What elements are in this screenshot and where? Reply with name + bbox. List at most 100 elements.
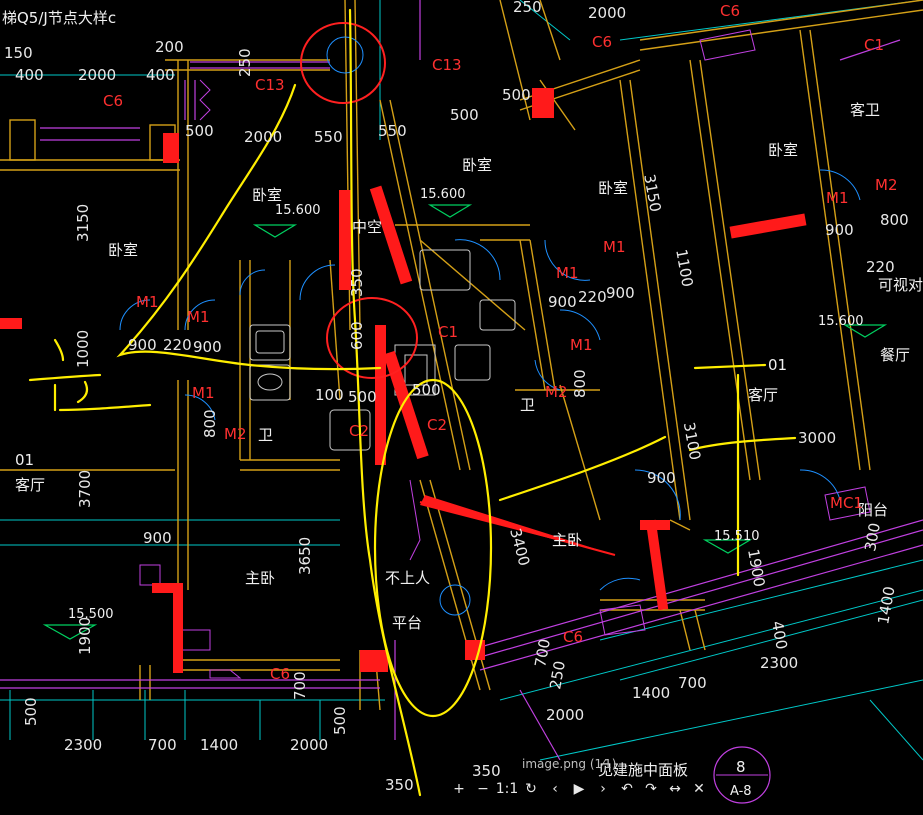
dim-500-g: 500 (331, 706, 349, 735)
tag-c13-right: C13 (432, 56, 462, 74)
tag-m1-b: M1 (187, 308, 210, 326)
room-label-bedroom-right: 卧室 (598, 179, 628, 197)
dim-3150-left: 3150 (74, 204, 92, 242)
tag-c2-left: C2 (349, 422, 369, 440)
dim-500-d: 500 (348, 388, 377, 406)
refresh-button[interactable]: ↻ (519, 778, 543, 800)
tag-c6-top: C6 (592, 33, 612, 51)
actual-size-button[interactable]: 1:1 (495, 778, 519, 800)
dim-220-b: 220 (578, 288, 607, 306)
dim-800-c: 800 (571, 369, 589, 398)
tag-m1-a: M1 (136, 293, 159, 311)
dim-900-g: 900 (647, 469, 676, 487)
dim-900-e: 900 (193, 338, 222, 356)
image-viewer-toolbar: + −1:1 ↻ ‹ ▶ › ↶ ↷ ↔ ✕ (447, 778, 711, 800)
play-button[interactable]: ▶ (567, 778, 591, 800)
elevation-label-c: 15.600 (818, 314, 864, 329)
dim-500-f: 500 (22, 697, 40, 726)
dim-500-e: 500 (412, 381, 441, 399)
dim-900-c: 900 (606, 284, 635, 302)
dim-2300-right: 2300 (760, 654, 798, 672)
unit-number-left: 01 (15, 451, 34, 469)
dim-500-b: 500 (450, 106, 479, 124)
rotate-left-button[interactable]: ↶ (615, 778, 639, 800)
dim-700-a: 700 (678, 674, 707, 692)
zoom-out-button[interactable]: − (471, 778, 495, 800)
dim-900-f: 900 (143, 529, 172, 547)
tag-c6-bottom-right: C6 (563, 628, 583, 646)
zoom-in-button[interactable]: + (447, 778, 471, 800)
dim-600: 600 (348, 321, 366, 350)
unit-number-right: 01 (768, 356, 787, 374)
room-label-master-bedroom-right: 主卧 (552, 531, 582, 549)
dim-400-a: 400 (15, 66, 44, 84)
tag-m1-c: M1 (192, 384, 215, 402)
dim-500-a: 500 (185, 122, 214, 140)
dim-2000-a: 2000 (78, 66, 116, 84)
room-label-bedroom-center: 卧室 (252, 186, 282, 204)
tag-m2-c: M2 (875, 176, 898, 194)
dim-100: 100 (315, 386, 344, 404)
dim-220-a: 220 (866, 258, 895, 276)
dim-350-c: 350 (385, 776, 414, 794)
close-button[interactable]: ✕ (687, 778, 711, 800)
tag-c1-top: C1 (864, 36, 884, 54)
room-label-bath-left: 卫 (258, 426, 273, 444)
dim-1400-a: 1400 (200, 736, 238, 754)
dim-900-d: 900 (128, 336, 157, 354)
room-label-living-right: 客厅 (748, 386, 778, 404)
tag-m1-g: M1 (826, 189, 849, 207)
dim-250-a: 250 (513, 0, 542, 16)
previous-button[interactable]: ‹ (543, 778, 567, 800)
dim-2000-c: 2000 (588, 4, 626, 22)
tag-m2-a: M2 (224, 425, 247, 443)
tag-c6-top-right: C6 (720, 2, 740, 20)
section-mark-sheet: A-8 (730, 784, 752, 799)
header-note: 梯Q5/J节点大样c (2, 9, 116, 27)
room-label-bedroom-mid: 卧室 (462, 156, 492, 174)
room-label-guest-bath: 客卫 (850, 101, 880, 119)
dim-3700: 3700 (76, 470, 94, 508)
tag-c6-left: C6 (103, 92, 123, 110)
dim-2000-b: 2000 (244, 128, 282, 146)
tag-m2-b: M2 (545, 383, 568, 401)
section-mark-number: 8 (736, 758, 746, 776)
room-label-master-bedroom-left: 主卧 (245, 569, 275, 587)
dim-900-b: 900 (548, 293, 577, 311)
tag-m1-e: M1 (556, 264, 579, 282)
fit-button[interactable]: ↔ (663, 778, 687, 800)
dim-500-c: 500 (502, 86, 531, 104)
next-button[interactable]: › (591, 778, 615, 800)
dim-200: 200 (155, 38, 184, 56)
cad-drawing-canvas[interactable]: 梯Q5/J节点大样c 卧室 卧室 卧室 卧室 卧室 客卫 中空 卫 卫 主卧 主… (0, 0, 923, 815)
intercom-note: 可视对讲 (878, 276, 923, 294)
dim-550-b: 550 (378, 122, 407, 140)
elevation-label-e: 15.510 (714, 529, 760, 544)
dim-800-a: 800 (880, 211, 909, 229)
tag-m1-d: M1 (603, 238, 626, 256)
tag-mc1: MC1 (830, 494, 863, 512)
tag-c2-right: C2 (427, 416, 447, 434)
room-label-no-access: 不上人 (385, 569, 430, 587)
room-label-dining: 餐厅 (880, 346, 910, 364)
dim-2000-e: 2000 (290, 736, 328, 754)
dim-900-a: 900 (825, 221, 854, 239)
dim-1000: 1000 (74, 330, 92, 368)
dim-3000: 3000 (798, 429, 836, 447)
dim-220-c: 220 (163, 336, 192, 354)
room-label-bath-right: 卫 (520, 396, 535, 414)
dim-350-a: 350 (348, 268, 366, 297)
dim-1900-left: 1900 (76, 617, 94, 655)
rotate-right-button[interactable]: ↷ (639, 778, 663, 800)
dim-400-b: 400 (146, 66, 175, 84)
room-label-living-left: 客厅 (15, 476, 45, 494)
room-label-bedroom-far-right: 卧室 (768, 141, 798, 159)
tag-m1-f: M1 (570, 336, 593, 354)
tag-c1-mid: C1 (438, 323, 458, 341)
dim-700-d: 700 (148, 736, 177, 754)
dim-700-c: 700 (291, 671, 309, 700)
dim-550-a: 550 (314, 128, 343, 146)
dim-1400-b: 1400 (632, 684, 670, 702)
dim-150: 150 (4, 44, 33, 62)
room-label-void: 中空 (352, 218, 382, 236)
